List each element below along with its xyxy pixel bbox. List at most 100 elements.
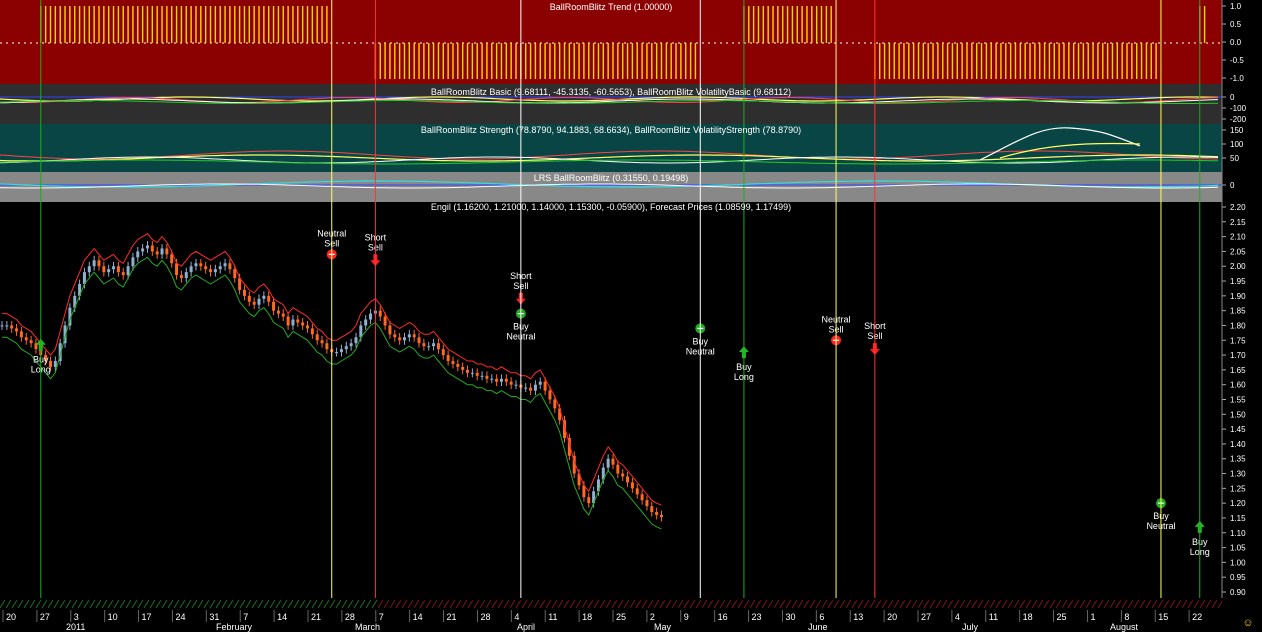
candle-body [335, 352, 339, 354]
candle-body [126, 266, 130, 276]
candle-body [509, 381, 513, 385]
month-label: August [1110, 622, 1139, 632]
x-tick-label: 20 [6, 612, 16, 622]
basic-axis-label: -100 [1230, 104, 1247, 113]
price-axis-label: 1.25 [1230, 484, 1246, 493]
candle-body [524, 387, 528, 389]
candle-body [398, 337, 402, 341]
price-axis-label: 1.00 [1230, 558, 1246, 567]
candle-body [432, 343, 436, 347]
candle-body [499, 378, 503, 382]
chart-canvas: BuyLongNeutralSellShortSellBuyNeutralSho… [0, 0, 1262, 632]
price-axis-label: 1.85 [1230, 307, 1246, 316]
x-tick-label: 6 [819, 612, 824, 622]
month-label: June [808, 622, 828, 632]
x-tick-label: 4 [955, 612, 960, 622]
trend-background [0, 0, 1222, 84]
price-axis-label: 1.35 [1230, 455, 1246, 464]
x-tick-label: 25 [616, 612, 626, 622]
candle-body [456, 363, 460, 367]
candle-body [645, 500, 649, 507]
candle-body [320, 340, 324, 344]
candle-body [310, 328, 314, 335]
candle-body [630, 482, 634, 489]
candle-body [218, 266, 222, 270]
month-label: February [216, 622, 253, 632]
price-background [0, 202, 1222, 598]
candle-body [553, 399, 557, 409]
candle-body [262, 295, 266, 299]
candle-body [184, 272, 188, 279]
x-tick-label: 27 [921, 612, 931, 622]
price-axis-label: 1.30 [1230, 470, 1246, 479]
month-label: March [355, 622, 380, 632]
candle-body [247, 295, 251, 302]
x-tick-label: 3 [74, 612, 79, 622]
candle-body [422, 343, 426, 347]
lrs-axis-label: 0 [1230, 181, 1235, 190]
price-axis-label: 1.10 [1230, 529, 1246, 538]
candle-body [97, 260, 101, 267]
candle-body [490, 378, 494, 380]
smiley-icon[interactable]: ☺ [1242, 617, 1253, 629]
price-axis-label: 1.15 [1230, 514, 1246, 523]
candle-body [213, 269, 217, 273]
x-tick-label: 11 [548, 612, 557, 622]
candle-body [417, 337, 421, 344]
candle-body [228, 263, 232, 270]
candle-body [286, 316, 290, 326]
price-axis-label: 1.90 [1230, 292, 1246, 301]
candle-body [659, 515, 663, 518]
candle-body [650, 506, 654, 513]
candle-body [29, 340, 33, 344]
candle-body [495, 378, 499, 382]
x-tick-label: 10 [108, 612, 118, 622]
candle-body [606, 458, 610, 468]
candle-body [136, 251, 140, 258]
candle-body [199, 263, 203, 267]
x-tick-label: 17 [142, 612, 152, 622]
x-tick-label: 28 [480, 612, 490, 622]
candle-body [587, 497, 591, 504]
x-tick-label: 7 [379, 612, 384, 622]
candle-body [10, 325, 14, 329]
candle-body [514, 384, 518, 386]
candle-body [529, 387, 533, 391]
price-axis-label: 1.95 [1230, 277, 1246, 286]
candle-body [131, 257, 135, 267]
price-axis-label: 1.70 [1230, 351, 1246, 360]
candle-body [543, 381, 547, 391]
x-tick-label: 20 [887, 612, 897, 622]
candle-body [272, 301, 276, 311]
x-tick-label: 1 [1090, 612, 1095, 622]
x-tick-label: 16 [718, 612, 728, 622]
basic-axis-label: -200 [1230, 115, 1247, 124]
candle-body [0, 325, 4, 327]
x-tick-label: 14 [277, 612, 287, 622]
x-tick-label: 18 [582, 612, 592, 622]
candle-body [611, 458, 615, 465]
x-tick-label: 25 [1057, 612, 1067, 622]
price-axis-label: 2.10 [1230, 233, 1246, 242]
x-strip [0, 598, 1222, 610]
price-axis-label: 2.20 [1230, 203, 1246, 212]
month-label: May [654, 622, 672, 632]
candle-body [92, 260, 96, 267]
candle-body [107, 269, 111, 273]
candle-body [339, 349, 343, 353]
candle-body [315, 334, 319, 341]
price-axis-label: 2.05 [1230, 247, 1246, 256]
candle-body [160, 248, 164, 255]
x-tick-label: 8 [1124, 612, 1129, 622]
candle-body [24, 337, 28, 341]
candle-body [436, 343, 440, 350]
candle-body [446, 355, 450, 361]
x-tick-label: 21 [447, 612, 457, 622]
candle-body [402, 337, 406, 341]
candle-body [175, 263, 179, 276]
candle-body [296, 319, 300, 323]
candle-body [635, 488, 639, 495]
candle-body [141, 248, 145, 252]
x-tick-label: 18 [1023, 612, 1033, 622]
candle-body [242, 289, 246, 296]
